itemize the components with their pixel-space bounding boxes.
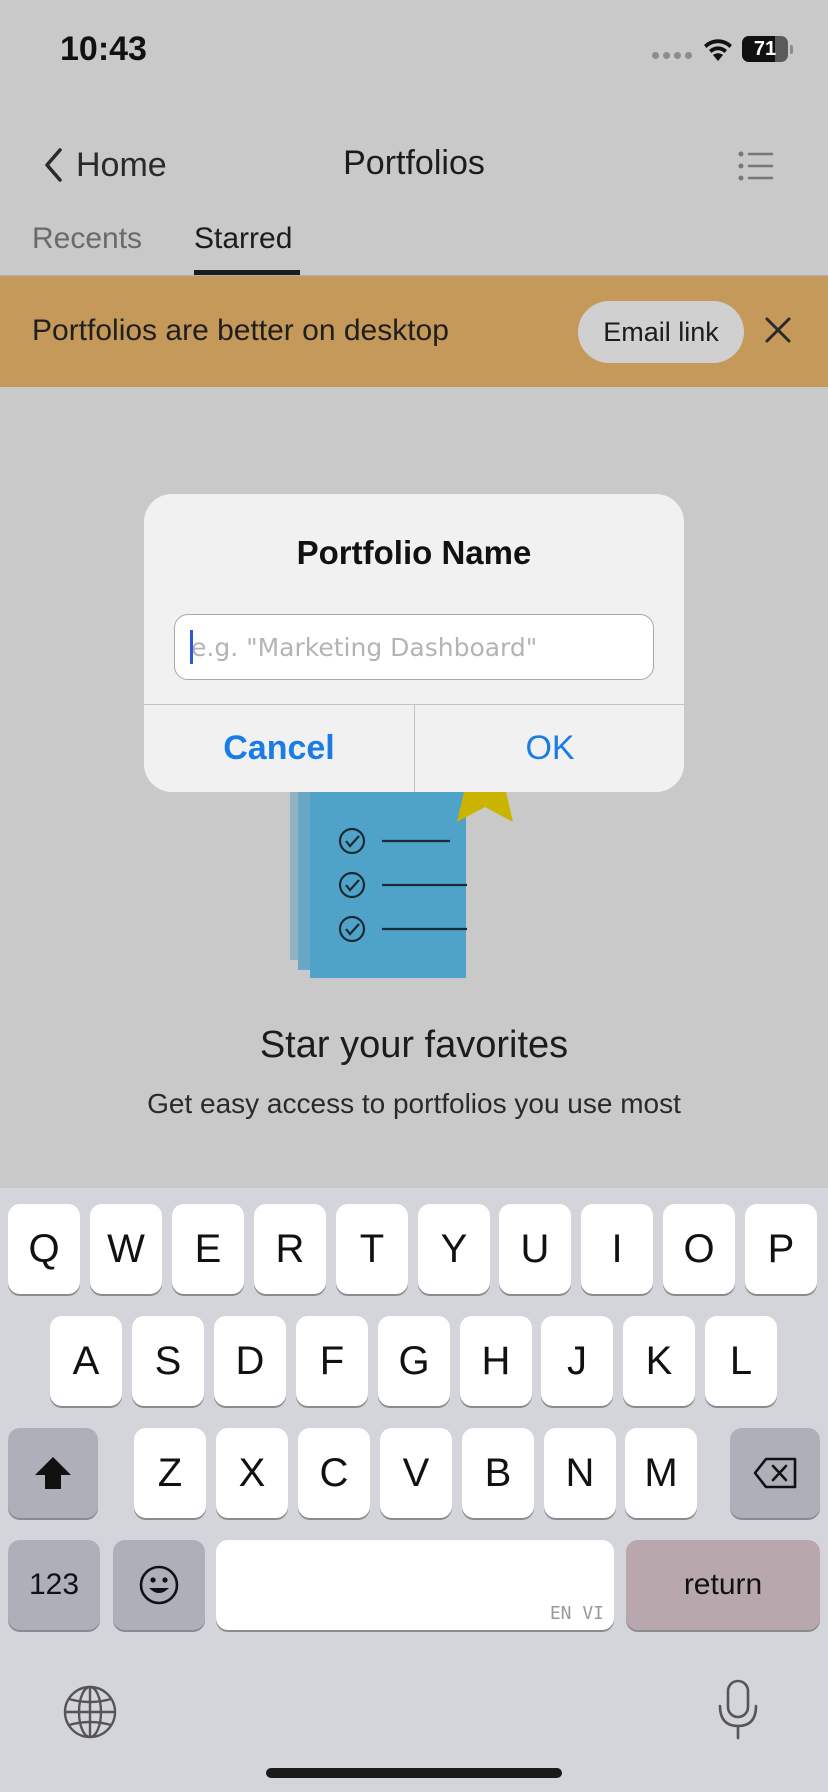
back-button[interactable]: Home bbox=[40, 140, 167, 190]
tab-recents[interactable]: Recents bbox=[32, 222, 142, 256]
key-b[interactable]: B bbox=[462, 1428, 534, 1518]
key-o[interactable]: O bbox=[663, 1204, 735, 1294]
tab-selected-indicator bbox=[194, 270, 300, 275]
wifi-icon bbox=[704, 39, 732, 61]
key-d[interactable]: D bbox=[214, 1316, 286, 1406]
ok-button[interactable]: OK bbox=[415, 705, 684, 792]
key-i[interactable]: I bbox=[581, 1204, 653, 1294]
key-u[interactable]: U bbox=[499, 1204, 571, 1294]
microphone-icon[interactable] bbox=[714, 1678, 762, 1742]
key-p[interactable]: P bbox=[745, 1204, 817, 1294]
back-button-label: Home bbox=[76, 145, 167, 184]
key-y[interactable]: Y bbox=[418, 1204, 490, 1294]
page-title: Portfolios bbox=[343, 144, 485, 182]
emoji-key[interactable] bbox=[113, 1540, 205, 1630]
key-a[interactable]: A bbox=[50, 1316, 122, 1406]
keyboard: QWERTYUIOP ASDFGHJKL ZXCVBNM 123 EN VI ret… bbox=[0, 1188, 828, 1792]
key-r[interactable]: R bbox=[254, 1204, 326, 1294]
empty-state-title: Star your favorites bbox=[259, 1024, 569, 1066]
status-time: 10:43 bbox=[60, 30, 147, 68]
portfolio-name-dialog: Portfolio Name Cancel OK bbox=[144, 494, 684, 792]
numbers-key[interactable]: 123 bbox=[8, 1540, 100, 1630]
cellular-signal-icon bbox=[652, 52, 692, 60]
key-n[interactable]: N bbox=[544, 1428, 616, 1518]
key-e[interactable]: E bbox=[172, 1204, 244, 1294]
status-bar: 10:43 71 bbox=[0, 0, 828, 100]
tab-bar: Recents Starred bbox=[0, 210, 828, 276]
key-j[interactable]: J bbox=[541, 1316, 613, 1406]
delete-icon bbox=[753, 1457, 797, 1489]
key-l[interactable]: L bbox=[705, 1316, 777, 1406]
battery-percent: 71 bbox=[753, 38, 777, 60]
key-c[interactable]: C bbox=[298, 1428, 370, 1518]
email-link-button[interactable]: Email link bbox=[578, 301, 744, 363]
empty-state-subtitle: Get easy access to portfolios you use mo… bbox=[147, 1088, 681, 1119]
home-indicator bbox=[266, 1768, 562, 1778]
banner-text: Portfolios are better on desktop bbox=[32, 314, 449, 347]
key-k[interactable]: K bbox=[623, 1316, 695, 1406]
space-key[interactable]: EN VI bbox=[216, 1540, 614, 1630]
key-t[interactable]: T bbox=[336, 1204, 408, 1294]
text-cursor bbox=[190, 630, 193, 664]
key-g[interactable]: G bbox=[378, 1316, 450, 1406]
cancel-button[interactable]: Cancel bbox=[144, 705, 414, 792]
list-icon[interactable] bbox=[736, 146, 776, 186]
shift-icon bbox=[35, 1457, 71, 1489]
key-q[interactable]: Q bbox=[8, 1204, 80, 1294]
return-key[interactable]: return bbox=[626, 1540, 820, 1630]
key-z[interactable]: Z bbox=[134, 1428, 206, 1518]
key-v[interactable]: V bbox=[380, 1428, 452, 1518]
desktop-banner: Portfolios are better on desktop Email l… bbox=[0, 276, 828, 387]
key-h[interactable]: H bbox=[460, 1316, 532, 1406]
key-s[interactable]: S bbox=[132, 1316, 204, 1406]
key-x[interactable]: X bbox=[216, 1428, 288, 1518]
emoji-icon bbox=[139, 1565, 179, 1605]
key-w[interactable]: W bbox=[90, 1204, 162, 1294]
portfolio-name-input[interactable] bbox=[174, 614, 654, 680]
key-m[interactable]: M bbox=[625, 1428, 697, 1518]
battery-icon: 71 bbox=[742, 36, 793, 62]
delete-key[interactable] bbox=[730, 1428, 820, 1518]
shift-key[interactable] bbox=[8, 1428, 98, 1518]
key-f[interactable]: F bbox=[296, 1316, 368, 1406]
chevron-left-icon bbox=[45, 148, 62, 182]
navigation-bar: Home Portfolios bbox=[0, 120, 828, 210]
space-language-hint: EN VI bbox=[549, 1603, 604, 1624]
globe-icon[interactable] bbox=[62, 1684, 118, 1740]
close-icon[interactable] bbox=[762, 314, 794, 346]
dialog-title: Portfolio Name bbox=[296, 534, 532, 571]
tab-starred[interactable]: Starred bbox=[194, 222, 292, 256]
